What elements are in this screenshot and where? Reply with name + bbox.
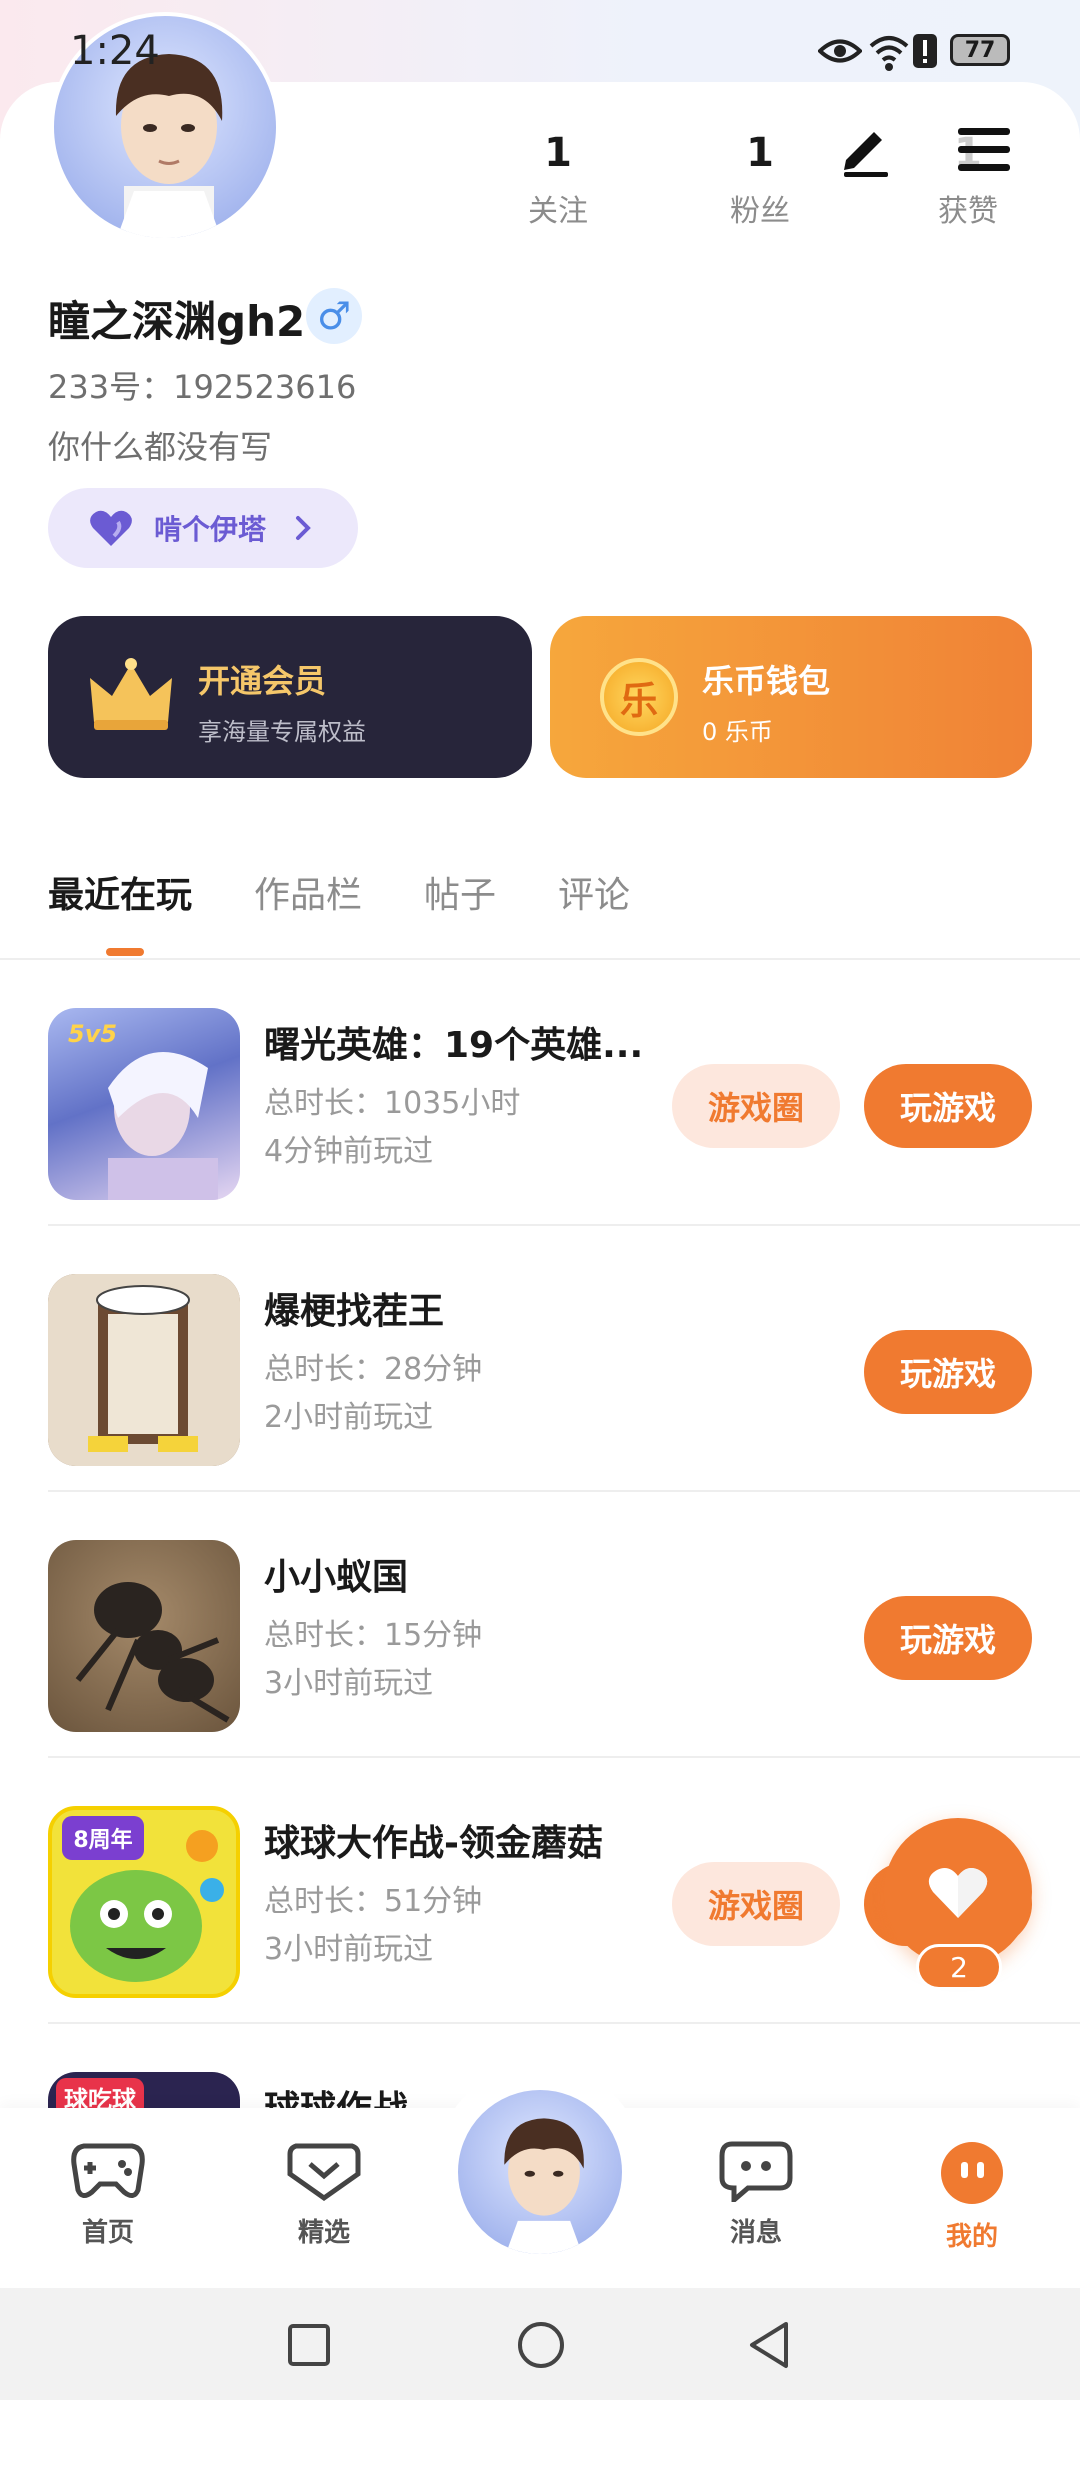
center-avatar-button[interactable]	[454, 2086, 626, 2258]
nav-featured[interactable]: 精选	[264, 2140, 384, 2249]
status-time: 1:24	[70, 28, 160, 74]
user-id: 233号：192523616	[48, 368, 357, 406]
nav-me[interactable]: 我的	[912, 2140, 1032, 2253]
tab-comments[interactable]: 评论	[558, 866, 630, 936]
game-last-played: 3小时前玩过	[264, 1932, 434, 1967]
game-row[interactable]: 爆梗找茬王 总时长：28分钟 2小时前玩过 玩游戏	[0, 1226, 1080, 1492]
fans-count: 1	[746, 130, 774, 176]
like-count-badge: 2	[916, 1944, 1002, 1990]
coin-icon: 乐	[600, 658, 678, 736]
likes-label: 获赞	[938, 194, 998, 229]
back-icon[interactable]	[746, 2320, 792, 2370]
wallet-card[interactable]: 乐 乐币钱包 0 乐币	[550, 616, 1032, 778]
tab-posts[interactable]: 帖子	[424, 866, 496, 936]
game-last-played: 4分钟前玩过	[264, 1134, 434, 1169]
game-duration: 总时长：28分钟	[264, 1352, 483, 1387]
nav-messages[interactable]: 消息	[696, 2140, 816, 2249]
alert-icon	[913, 34, 937, 68]
game-thumbnail: 5v5	[48, 1008, 240, 1200]
coin-icon-text: 乐	[619, 678, 658, 723]
game-last-played: 3小时前玩过	[264, 1666, 434, 1701]
game-row[interactable]: 5v5 曙光英雄：19个英雄... 总时长：1035小时 4分钟前玩过 游戏圈 …	[0, 960, 1080, 1226]
gamepad-icon	[71, 2143, 145, 2198]
chevron-right-icon	[296, 516, 311, 540]
user-name: 瞳之深渊gh2	[48, 297, 306, 346]
avatar-illustration	[504, 2118, 584, 2254]
game-title: 爆梗找茬王	[264, 1291, 445, 1332]
game-last-played: 2小时前玩过	[264, 1400, 434, 1435]
purple-heart-icon	[90, 510, 132, 546]
eye-icon	[818, 39, 862, 63]
nav-messages-label: 消息	[729, 2218, 782, 2248]
recent-apps-icon[interactable]	[286, 2322, 332, 2368]
game-duration: 总时长：15分钟	[264, 1618, 483, 1653]
game-title: 球球大作战-领金蘑菇	[264, 1823, 603, 1864]
following-stat[interactable]: 1 关注	[498, 130, 618, 230]
nav-home-label: 首页	[81, 2218, 134, 2248]
tab-recently-played[interactable]: 最近在玩	[48, 866, 192, 936]
companion-label: 啃个伊塔	[154, 513, 267, 546]
status-bar: 1:24 77	[0, 0, 1080, 100]
game-badge: 8周年	[62, 1816, 144, 1860]
play-game-button[interactable]: 玩游戏	[864, 1064, 1032, 1148]
edit-icon[interactable]	[836, 118, 896, 178]
game-thumbnail	[48, 1274, 240, 1466]
game-circle-button[interactable]: 游戏圈	[672, 1862, 840, 1946]
game-row[interactable]: 小小蚁国 总时长：15分钟 3小时前玩过 玩游戏	[0, 1492, 1080, 1758]
following-count: 1	[544, 130, 572, 176]
home-circle-icon[interactable]	[516, 2320, 566, 2370]
gender-male-icon: ♂	[306, 288, 362, 344]
gender-symbol: ♂	[316, 294, 352, 338]
game-thumbnail	[48, 1540, 240, 1732]
nav-home[interactable]: 首页	[48, 2140, 168, 2249]
vip-subtitle: 享海量专属权益	[198, 718, 366, 746]
game-title: 小小蚁国	[264, 1557, 409, 1598]
fans-stat[interactable]: 1 粉丝	[700, 130, 820, 230]
game-thumbnail: 8周年	[48, 1806, 240, 1998]
play-game-button[interactable]: 玩游戏	[864, 1330, 1032, 1414]
heart-icon	[928, 1868, 988, 1918]
fans-label: 粉丝	[730, 194, 790, 229]
vip-title: 开通会员	[198, 662, 327, 700]
system-nav-bar	[0, 2288, 1080, 2400]
profile-tabs: 最近在玩 作品栏 帖子 评论	[48, 866, 692, 936]
ant-illustration	[75, 1582, 230, 1723]
menu-icon[interactable]	[954, 120, 1014, 180]
message-icon	[719, 2141, 793, 2206]
battery-icon: 77	[950, 34, 1010, 66]
puzzle-scene-illustration	[48, 1274, 240, 1466]
user-bio: 你什么都没有写	[48, 428, 273, 466]
companion-pill[interactable]: 啃个伊塔	[48, 488, 358, 568]
crown-icon	[90, 658, 172, 730]
wallet-title: 乐币钱包	[702, 662, 831, 700]
nav-me-label: 我的	[945, 2222, 998, 2252]
profile-face-icon	[941, 2142, 1003, 2204]
game-duration: 总时长：1035小时	[264, 1086, 521, 1121]
following-label: 关注	[528, 194, 588, 229]
nav-featured-label: 精选	[297, 2218, 350, 2248]
wallet-balance: 0 乐币	[702, 718, 773, 746]
play-game-button[interactable]: 玩游戏	[864, 1596, 1032, 1680]
wifi-icon	[869, 36, 909, 71]
vip-card[interactable]: 开通会员 享海量专属权益	[48, 616, 532, 778]
game-badge: 5v5	[68, 1020, 118, 1048]
game-circle-button[interactable]: 游戏圈	[672, 1064, 840, 1148]
game-title: 曙光英雄：19个英雄...	[264, 1025, 644, 1066]
game-duration: 总时长：51分钟	[264, 1884, 483, 1919]
battery-level: 77	[964, 37, 996, 63]
tab-indicator	[106, 948, 144, 956]
tab-works[interactable]: 作品栏	[254, 866, 362, 936]
heart-chat-icon	[287, 2143, 361, 2202]
